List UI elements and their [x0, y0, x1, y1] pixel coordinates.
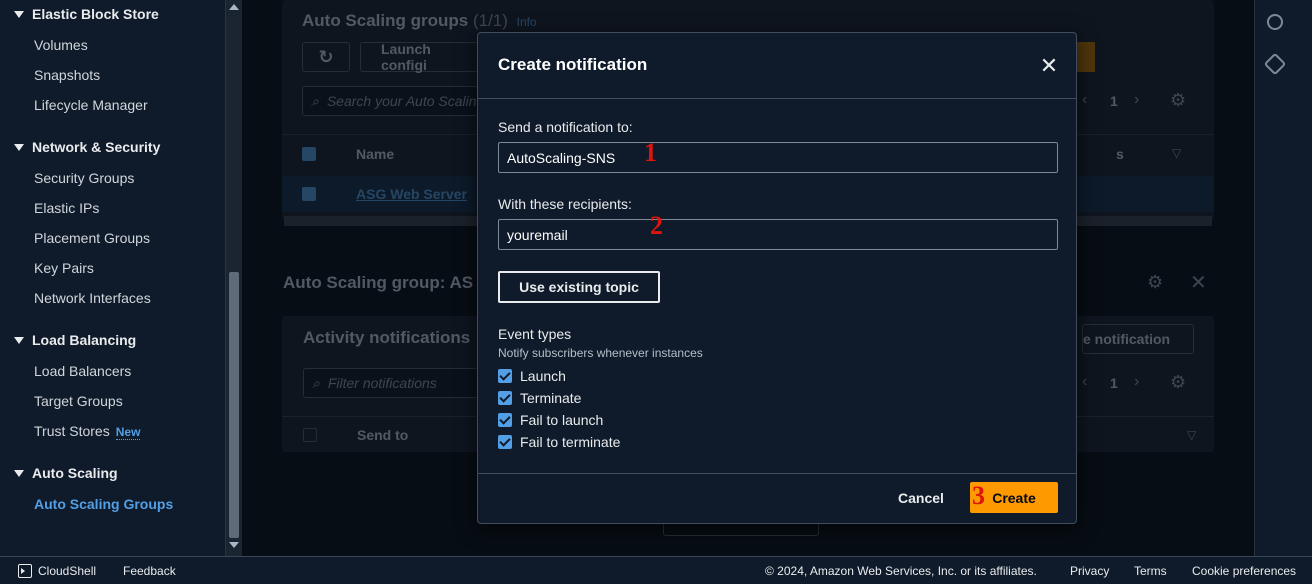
scrollbar-thumb[interactable] [229, 272, 239, 538]
cloudshell-button[interactable]: CloudShell [18, 564, 96, 578]
use-existing-topic-button[interactable]: Use existing topic [498, 271, 660, 303]
modal-title: Create notification [498, 55, 648, 74]
feedback-link[interactable]: Feedback [123, 564, 176, 578]
sidebar-section-ebs[interactable]: Elastic Block Store [14, 6, 159, 22]
recipients-input[interactable] [498, 219, 1058, 250]
caret-down-icon [14, 143, 24, 151]
info-circle-icon[interactable] [1267, 14, 1283, 30]
scroll-up-arrow-icon[interactable] [229, 4, 239, 10]
sidebar-item-trust-stores[interactable]: Trust Stores New [34, 423, 141, 440]
copyright-text: © 2024, Amazon Web Services, Inc. or its… [765, 564, 1037, 578]
right-rail [1254, 0, 1312, 556]
sidebar-item-auto-scaling-groups[interactable]: Auto Scaling Groups [34, 496, 173, 512]
sidebar-item-key-pairs[interactable]: Key Pairs [34, 260, 94, 276]
sidebar-section-auto-scaling[interactable]: Auto Scaling [14, 465, 118, 481]
sidebar-section-network-security[interactable]: Network & Security [14, 139, 160, 155]
caret-down-icon [14, 336, 24, 344]
sidebar-item-network-interfaces[interactable]: Network Interfaces [34, 290, 151, 306]
terms-link[interactable]: Terms [1134, 564, 1167, 578]
annotation-3: 3 [972, 481, 985, 510]
sidebar: Elastic Block Store Volumes Snapshots Li… [0, 0, 226, 556]
create-notification-modal: Create notification ✕ Send a notificatio… [477, 32, 1077, 524]
checkbox-checked-icon[interactable] [498, 435, 512, 449]
caret-down-icon [14, 10, 24, 18]
sidebar-item-security-groups[interactable]: Security Groups [34, 170, 134, 186]
cancel-button[interactable]: Cancel [886, 483, 956, 513]
new-badge: New [115, 425, 141, 440]
caret-down-icon [14, 469, 24, 477]
sidebar-item-elastic-ips[interactable]: Elastic IPs [34, 200, 99, 216]
sidebar-item-placement-groups[interactable]: Placement Groups [34, 230, 150, 246]
annotation-1: 1 [644, 138, 657, 167]
scroll-down-arrow-icon[interactable] [229, 542, 239, 548]
footer: CloudShell Feedback © 2024, Amazon Web S… [0, 556, 1312, 584]
sidebar-item-lifecycle-manager[interactable]: Lifecycle Manager [34, 97, 148, 113]
feedback-hex-icon[interactable] [1263, 52, 1287, 76]
privacy-link[interactable]: Privacy [1070, 564, 1109, 578]
send-notification-input[interactable] [498, 142, 1058, 173]
checkbox-checked-icon[interactable] [498, 413, 512, 427]
sidebar-item-load-balancers[interactable]: Load Balancers [34, 363, 131, 379]
sidebar-item-volumes[interactable]: Volumes [34, 37, 88, 53]
cloudshell-icon [18, 564, 32, 578]
sidebar-section-load-balancing[interactable]: Load Balancing [14, 332, 136, 348]
event-checkbox-fail-to-terminate[interactable]: Fail to terminate [498, 434, 620, 450]
sidebar-item-target-groups[interactable]: Target Groups [34, 393, 123, 409]
event-types-title: Event types [498, 326, 572, 342]
sidebar-scrollbar[interactable] [226, 0, 242, 556]
checkbox-checked-icon[interactable] [498, 369, 512, 383]
sidebar-item-snapshots[interactable]: Snapshots [34, 67, 100, 83]
annotation-2: 2 [650, 211, 663, 240]
event-types-description: Notify subscribers whenever instances [498, 346, 703, 360]
recipients-label: With these recipients: [498, 196, 632, 212]
cookie-preferences-link[interactable]: Cookie preferences [1192, 564, 1296, 578]
close-icon[interactable]: ✕ [1038, 55, 1060, 77]
event-checkbox-launch[interactable]: Launch [498, 368, 566, 384]
event-checkbox-terminate[interactable]: Terminate [498, 390, 581, 406]
checkbox-checked-icon[interactable] [498, 391, 512, 405]
event-checkbox-fail-to-launch[interactable]: Fail to launch [498, 412, 603, 428]
send-notification-label: Send a notification to: [498, 119, 633, 135]
